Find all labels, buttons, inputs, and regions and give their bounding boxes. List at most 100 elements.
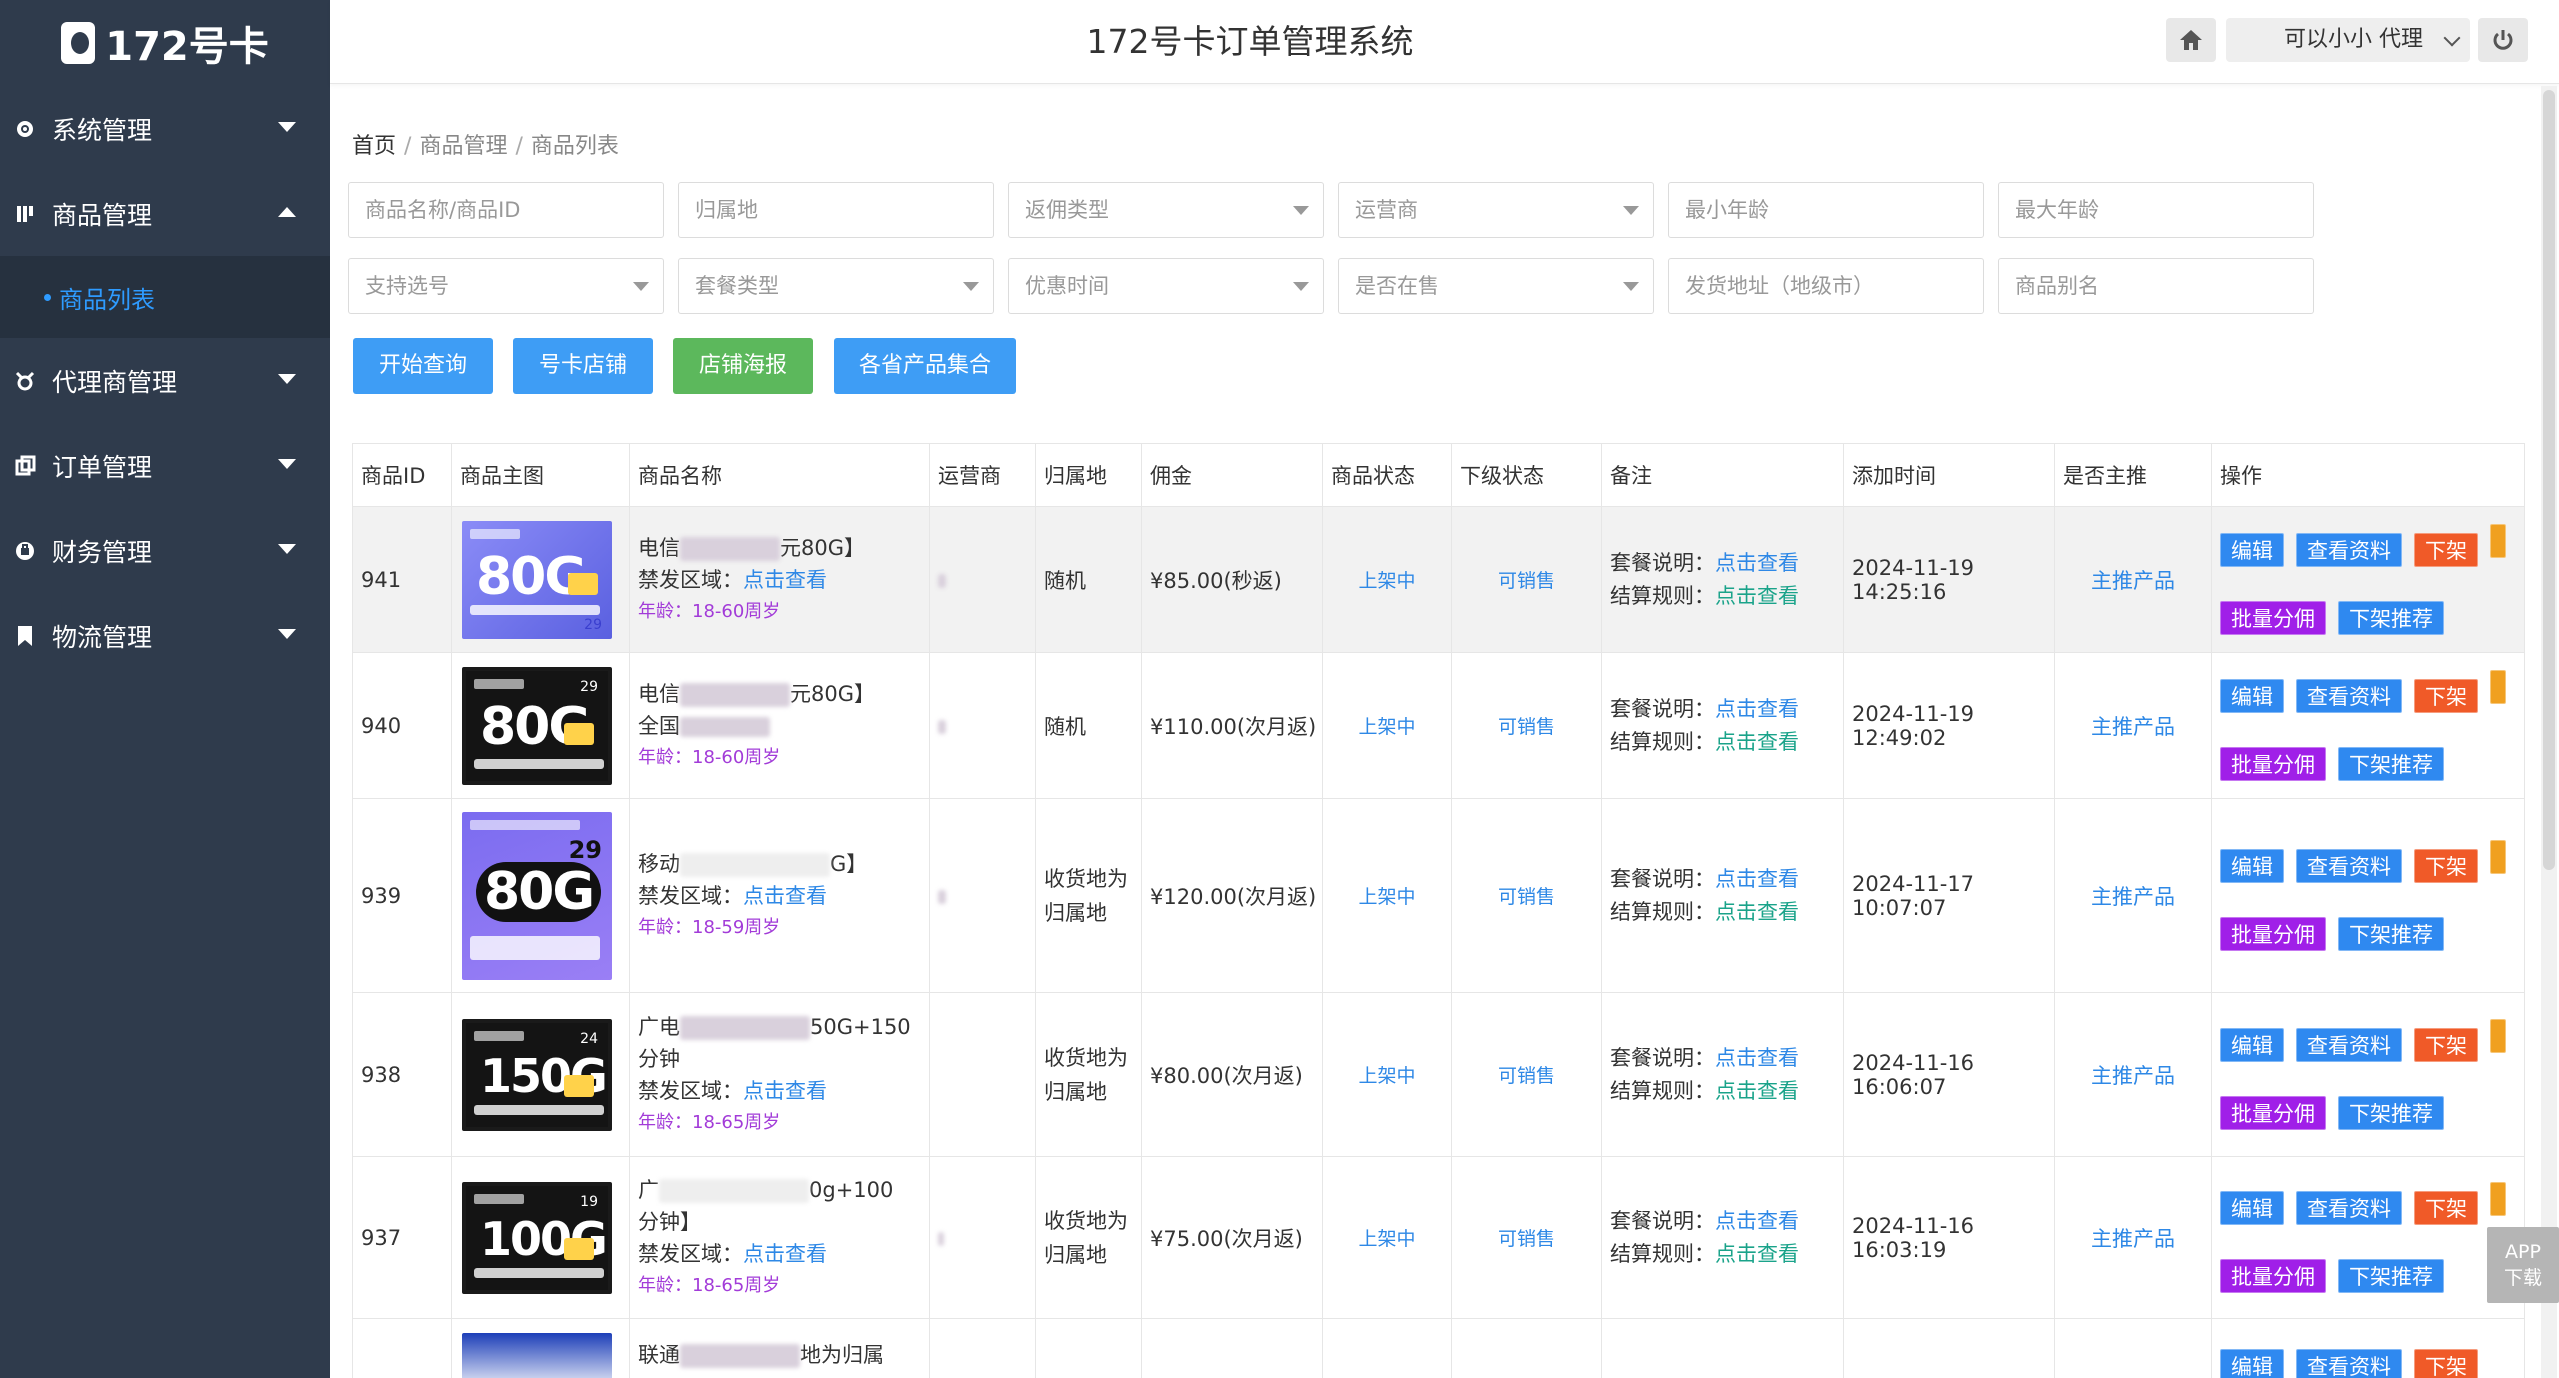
- breadcrumb-level1[interactable]: 商品管理: [419, 134, 507, 159]
- on-sale-select[interactable]: 是否在售: [1338, 258, 1654, 314]
- app-download-button[interactable]: APP 下载: [2487, 1227, 2559, 1303]
- operator-select[interactable]: 运营商: [1338, 182, 1654, 238]
- dropdown-arrow-icon: [1293, 282, 1309, 291]
- column-header: 下级状态: [1451, 443, 1602, 507]
- logout-button[interactable]: [2478, 18, 2528, 62]
- thumb-cell: 100G 19: [451, 1156, 630, 1319]
- product-id: 937: [352, 1156, 452, 1319]
- product-name: 广电 50G+150 分钟 禁发区域：点击查看 年龄：18-65周岁: [629, 992, 930, 1157]
- collection-button[interactable]: 各省产品集合: [834, 338, 1016, 394]
- more-button[interactable]: [2490, 840, 2506, 874]
- package-type-select[interactable]: 套餐类型: [678, 258, 994, 314]
- unfeature-button[interactable]: 下架推荐: [2338, 917, 2444, 951]
- view-info-button[interactable]: 查看资料: [2296, 1028, 2402, 1062]
- unfeature-button[interactable]: 下架推荐: [2338, 1259, 2444, 1293]
- more-button[interactable]: [2490, 524, 2506, 558]
- sidebar-item-agent[interactable]: 代理商管理: [0, 338, 330, 423]
- sidebar-item-label: 商品管理: [52, 200, 153, 230]
- edit-button[interactable]: 编辑: [2220, 1349, 2284, 1378]
- product-image[interactable]: 150G 24: [462, 1018, 612, 1131]
- view-package-link[interactable]: 点击查看: [1715, 697, 1799, 721]
- view-rules-link[interactable]: 点击查看: [1715, 900, 1799, 924]
- location-input[interactable]: 归属地: [678, 182, 994, 238]
- edit-button[interactable]: 编辑: [2220, 849, 2284, 883]
- offline-button[interactable]: 下架: [2414, 1028, 2478, 1062]
- batch-commission-button[interactable]: 批量分佣: [2220, 747, 2326, 781]
- sidebar-subitem-product-list[interactable]: 商品列表: [0, 256, 330, 338]
- batch-commission-button[interactable]: 批量分佣: [2220, 917, 2326, 951]
- offline-button[interactable]: 下架: [2414, 1191, 2478, 1225]
- view-package-link[interactable]: 点击查看: [1715, 1046, 1799, 1070]
- sidebar-item-product[interactable]: 商品管理: [0, 171, 330, 256]
- promo-time-select[interactable]: 优惠时间: [1008, 258, 1324, 314]
- batch-commission-button[interactable]: 批量分佣: [2220, 1096, 2326, 1130]
- product-alias-input[interactable]: 商品别名: [1998, 258, 2314, 314]
- view-region-link[interactable]: 点击查看: [743, 884, 827, 908]
- scrollbar-thumb[interactable]: [2543, 90, 2555, 870]
- view-package-link[interactable]: 点击查看: [1715, 551, 1799, 575]
- number-select[interactable]: 支持选号: [348, 258, 664, 314]
- sim-card-icon: [564, 1074, 594, 1097]
- min-age-input[interactable]: 最小年龄: [1668, 182, 1984, 238]
- sidebar-item-finance[interactable]: 财务管理: [0, 508, 330, 593]
- operator: [929, 652, 1036, 799]
- view-package-link[interactable]: 点击查看: [1715, 867, 1799, 891]
- blurred-text: [680, 682, 790, 707]
- sidebar-item-order[interactable]: 订单管理: [0, 423, 330, 508]
- commission-type-select[interactable]: 返佣类型: [1008, 182, 1324, 238]
- shop-button[interactable]: 号卡店铺: [513, 338, 653, 394]
- add-time: 2024-11-19 14:25:16: [1843, 506, 2055, 653]
- view-info-button[interactable]: 查看资料: [2296, 679, 2402, 713]
- view-rules-link[interactable]: 点击查看: [1715, 1079, 1799, 1103]
- dropdown-arrow-icon: [1293, 206, 1309, 215]
- view-region-link[interactable]: 点击查看: [743, 568, 827, 592]
- view-info-button[interactable]: 查看资料: [2296, 533, 2402, 567]
- view-info-button[interactable]: 查看资料: [2296, 849, 2402, 883]
- product-image[interactable]: 100G 19: [462, 1181, 612, 1294]
- edit-button[interactable]: 编辑: [2220, 533, 2284, 567]
- poster-button[interactable]: 店铺海报: [673, 338, 813, 394]
- offline-button[interactable]: 下架: [2414, 849, 2478, 883]
- view-rules-link[interactable]: 点击查看: [1715, 1242, 1799, 1266]
- edit-button[interactable]: 编辑: [2220, 1028, 2284, 1062]
- home-button[interactable]: [2166, 18, 2216, 62]
- operator: [929, 506, 1036, 653]
- search-button[interactable]: 开始查询: [353, 338, 493, 394]
- max-age-input[interactable]: 最大年龄: [1998, 182, 2314, 238]
- view-region-link[interactable]: 点击查看: [743, 1079, 827, 1103]
- view-rules-link[interactable]: 点击查看: [1715, 584, 1799, 608]
- view-region-link[interactable]: 点击查看: [743, 1242, 827, 1266]
- batch-commission-button[interactable]: 批量分佣: [2220, 1259, 2326, 1293]
- product-image[interactable]: [462, 1333, 612, 1378]
- product-name-input[interactable]: 商品名称/商品ID: [348, 182, 664, 238]
- view-info-button[interactable]: 查看资料: [2296, 1349, 2402, 1378]
- offline-button[interactable]: 下架: [2414, 533, 2478, 567]
- product-image[interactable]: 80G 29: [462, 811, 612, 980]
- sidebar-item-system[interactable]: 系统管理: [0, 86, 330, 171]
- edit-button[interactable]: 编辑: [2220, 679, 2284, 713]
- column-header: 操作: [2211, 443, 2525, 507]
- unfeature-button[interactable]: 下架推荐: [2338, 1096, 2444, 1130]
- sidebar-item-logistics[interactable]: 物流管理: [0, 593, 330, 678]
- breadcrumb-level2: 商品列表: [530, 134, 619, 159]
- product-image[interactable]: 80G 29: [462, 666, 612, 785]
- view-rules-link[interactable]: 点击查看: [1715, 730, 1799, 754]
- edit-button[interactable]: 编辑: [2220, 1191, 2284, 1225]
- more-button[interactable]: [2490, 1019, 2506, 1053]
- agent-select[interactable]: 可以小小 代理: [2226, 18, 2470, 62]
- name-text: 地为归属: [800, 1343, 884, 1367]
- unfeature-button[interactable]: 下架推荐: [2338, 601, 2444, 635]
- more-button[interactable]: [2490, 1182, 2506, 1216]
- view-info-button[interactable]: 查看资料: [2296, 1191, 2402, 1225]
- batch-commission-button[interactable]: 批量分佣: [2220, 601, 2326, 635]
- thumb-strip: [470, 935, 600, 960]
- view-package-link[interactable]: 点击查看: [1715, 1209, 1799, 1233]
- breadcrumb-home[interactable]: 首页: [352, 134, 396, 159]
- more-button[interactable]: [2490, 670, 2506, 704]
- unfeature-button[interactable]: 下架推荐: [2338, 747, 2444, 781]
- placeholder: 是否在售: [1355, 274, 1439, 298]
- offline-button[interactable]: 下架: [2414, 679, 2478, 713]
- product-image[interactable]: 80G 29: [462, 520, 612, 639]
- offline-button[interactable]: 下架: [2414, 1349, 2478, 1378]
- ship-address-input[interactable]: 发货地址（地级市）: [1668, 258, 1984, 314]
